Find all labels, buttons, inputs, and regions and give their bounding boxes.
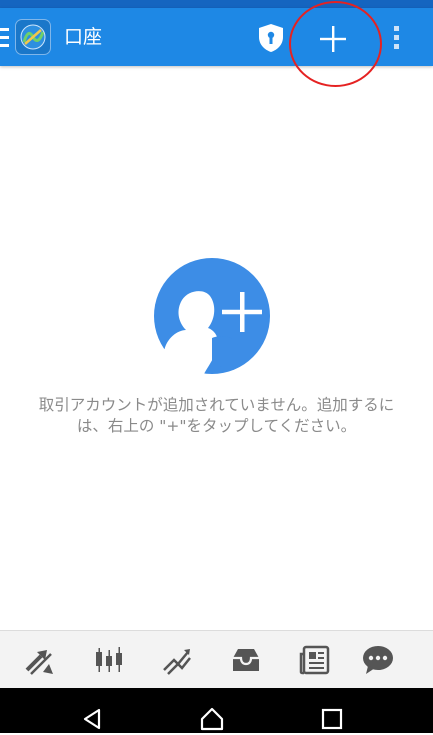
chart-icon[interactable]	[92, 644, 126, 676]
system-nav-bar	[0, 688, 433, 733]
hamburger-icon[interactable]	[0, 28, 9, 48]
news-icon[interactable]	[298, 644, 332, 676]
back-icon[interactable]	[80, 707, 104, 731]
empty-state-message: 取引アカウントが追加されていません。追加するに は、右上の "+"をタップしてく…	[0, 395, 433, 437]
recents-icon[interactable]	[320, 707, 344, 731]
empty-state-line-1: 取引アカウントが追加されていません。追加するに	[38, 396, 395, 414]
empty-state-line-2: は、右上の "+"をタップしてください。	[76, 417, 357, 435]
app-logo	[15, 19, 51, 55]
annotation-circle	[289, 1, 382, 87]
chat-icon[interactable]	[361, 644, 395, 676]
trade-icon[interactable]	[160, 644, 194, 676]
home-icon[interactable]	[200, 707, 224, 731]
more-vertical-icon[interactable]	[386, 22, 408, 54]
status-bar	[0, 0, 433, 8]
bottom-nav	[0, 630, 433, 688]
add-person-icon	[152, 258, 272, 374]
page-title: 口座	[64, 26, 103, 48]
history-icon[interactable]	[229, 644, 263, 676]
shield-icon[interactable]	[256, 22, 286, 54]
quotes-icon[interactable]	[23, 644, 57, 676]
